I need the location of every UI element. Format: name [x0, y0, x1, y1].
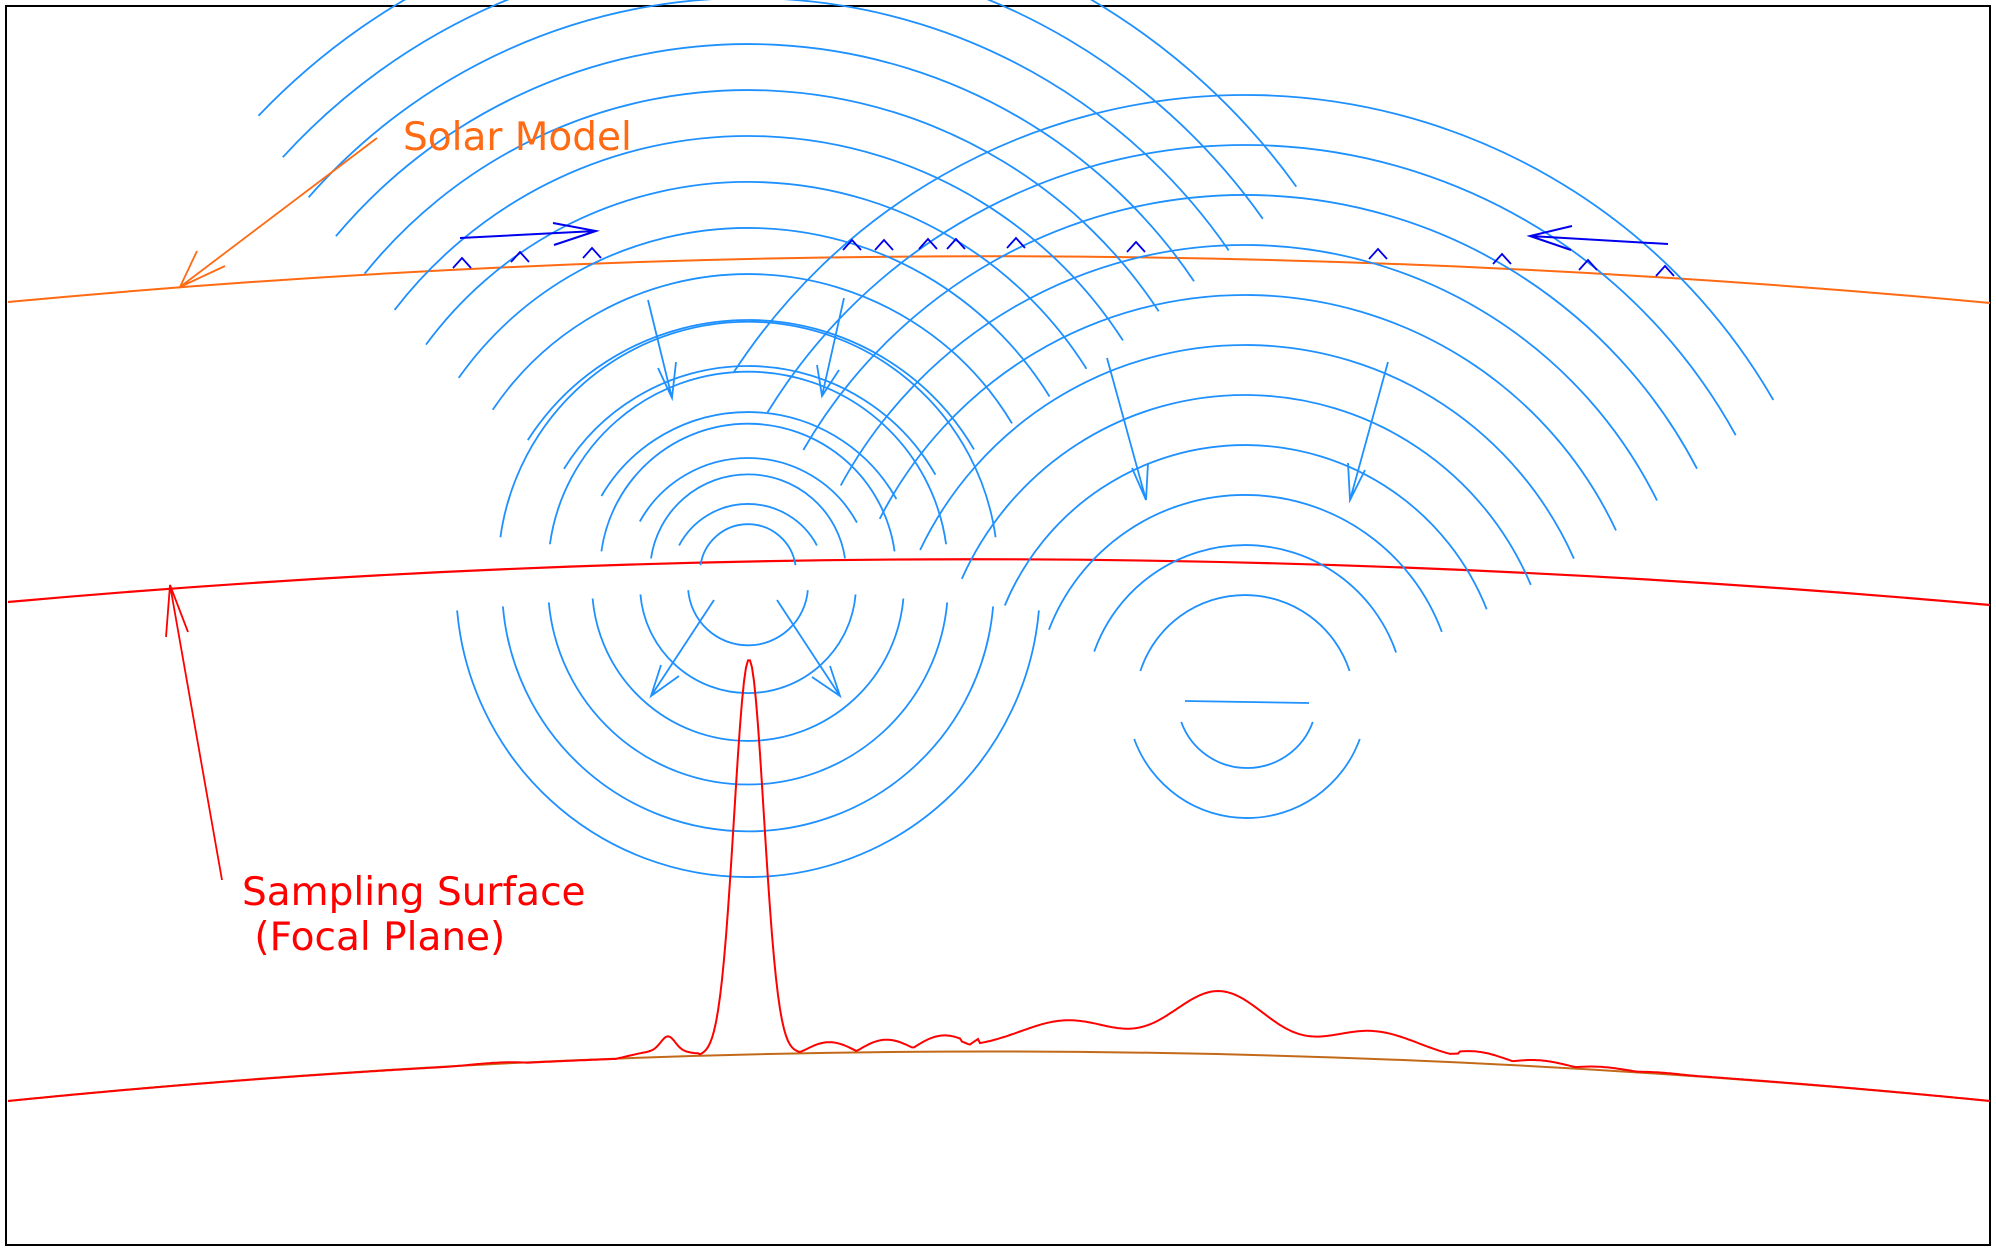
- surface-marker-10: [1492, 252, 1512, 265]
- wave-fan-right-24: [732, 94, 1775, 401]
- surface-marker-4: [874, 238, 894, 251]
- lower-wave-dash: [1184, 700, 1310, 704]
- wave-lower-right-37: [1133, 738, 1361, 819]
- wave-fan-left-5: [491, 273, 1013, 424]
- wave-arrow-3: [1106, 357, 1149, 501]
- solar-model-label: Solar Model: [403, 115, 632, 160]
- wave-lower-left-top-25: [699, 523, 797, 566]
- wave-fan-right-17: [1003, 444, 1488, 610]
- wave-lower-right-36: [1180, 721, 1314, 769]
- wave-fan-right-21: [839, 244, 1658, 501]
- wave-lower-left-top-27: [600, 422, 896, 552]
- sampling-surface-label-line2: (Focal Plane): [242, 915, 505, 960]
- wave-lower-left-31: [639, 594, 857, 695]
- sampling-surface-label: Sampling Surface (Focal Plane): [242, 870, 598, 960]
- wave-fan-left-2: [600, 411, 898, 500]
- wave-arrow-2: [816, 297, 845, 399]
- sampling-surface-leader: [165, 584, 223, 881]
- wave-fan-right-14: [1139, 594, 1351, 672]
- frame: [5, 5, 1991, 1246]
- wave-fan-left-1: [639, 457, 858, 524]
- wave-lower-left-34: [502, 606, 994, 833]
- wave-fan-left-8: [393, 135, 1124, 341]
- wave-lower-left-35: [456, 610, 1040, 878]
- surface-arrow-right: [459, 222, 600, 246]
- surface-marker-2: [582, 246, 602, 259]
- wave-lower-left-top-26: [650, 473, 846, 559]
- wave-fan-left-10: [335, 43, 1195, 282]
- sampling-surface-curve: [7, 558, 1991, 607]
- surface-marker-8: [1126, 240, 1146, 253]
- diagram: Solar Model Sampling Surface (Focal Plan…: [0, 0, 1996, 1251]
- surface-marker-9: [1368, 247, 1388, 260]
- sampling-surface-label-line1: Sampling Surface: [242, 870, 586, 915]
- diagram-svg: Solar Model Sampling Surface (Focal Plan…: [5, 0, 1991, 1246]
- wave-fan-right-18: [960, 394, 1532, 586]
- wave-fan-right-23: [766, 144, 1737, 436]
- wave-arrow-4: [1347, 361, 1389, 504]
- wave-fan-right-19: [919, 344, 1575, 559]
- surface-marker-0: [452, 256, 472, 269]
- solar-model-curve: [7, 255, 1991, 304]
- wave-arrow-6: [776, 599, 842, 699]
- wave-lower-left-30: [687, 590, 809, 647]
- wave-lower-left-top-29: [499, 320, 997, 538]
- wave-lower-left-32: [591, 598, 905, 742]
- solar-model-leader: [178, 137, 378, 289]
